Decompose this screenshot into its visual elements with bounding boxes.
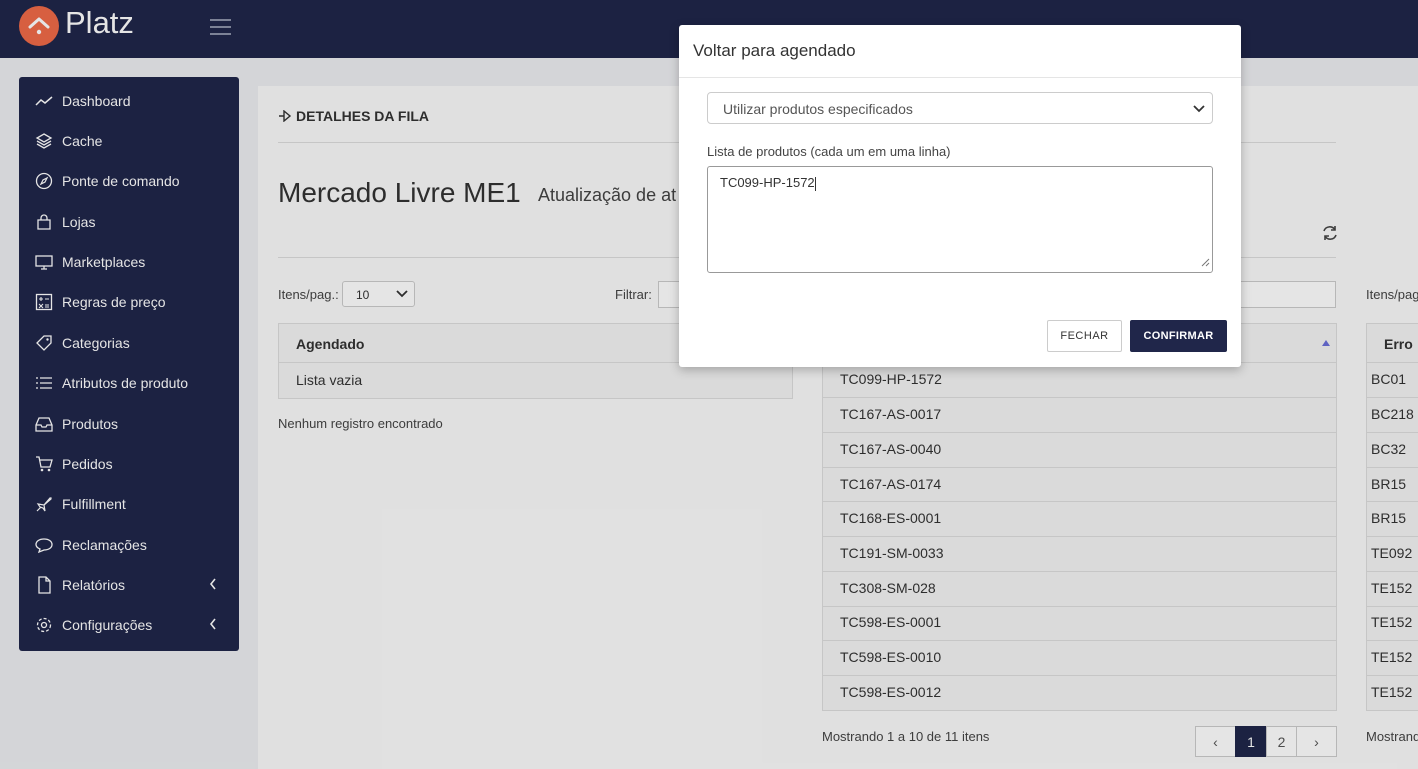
product-list-textarea[interactable]: TC099-HP-1572 <box>707 166 1213 273</box>
modal-title: Voltar para agendado <box>693 41 856 60</box>
product-list-value: TC099-HP-1572 <box>720 175 815 190</box>
chevron-down-icon <box>1193 102 1205 118</box>
divider <box>679 77 1241 78</box>
modal-voltar-para-agendado: Voltar para agendado Utilizar produtos e… <box>679 25 1241 367</box>
resize-handle-icon[interactable] <box>1201 255 1210 270</box>
confirm-button[interactable]: CONFIRMAR <box>1130 320 1227 352</box>
mode-select-value: Utilizar produtos especificados <box>723 101 913 117</box>
product-list-label: Lista de produtos (cada um em uma linha) <box>707 144 951 159</box>
close-button[interactable]: FECHAR <box>1047 320 1122 352</box>
mode-select[interactable]: Utilizar produtos especificados <box>707 92 1213 124</box>
